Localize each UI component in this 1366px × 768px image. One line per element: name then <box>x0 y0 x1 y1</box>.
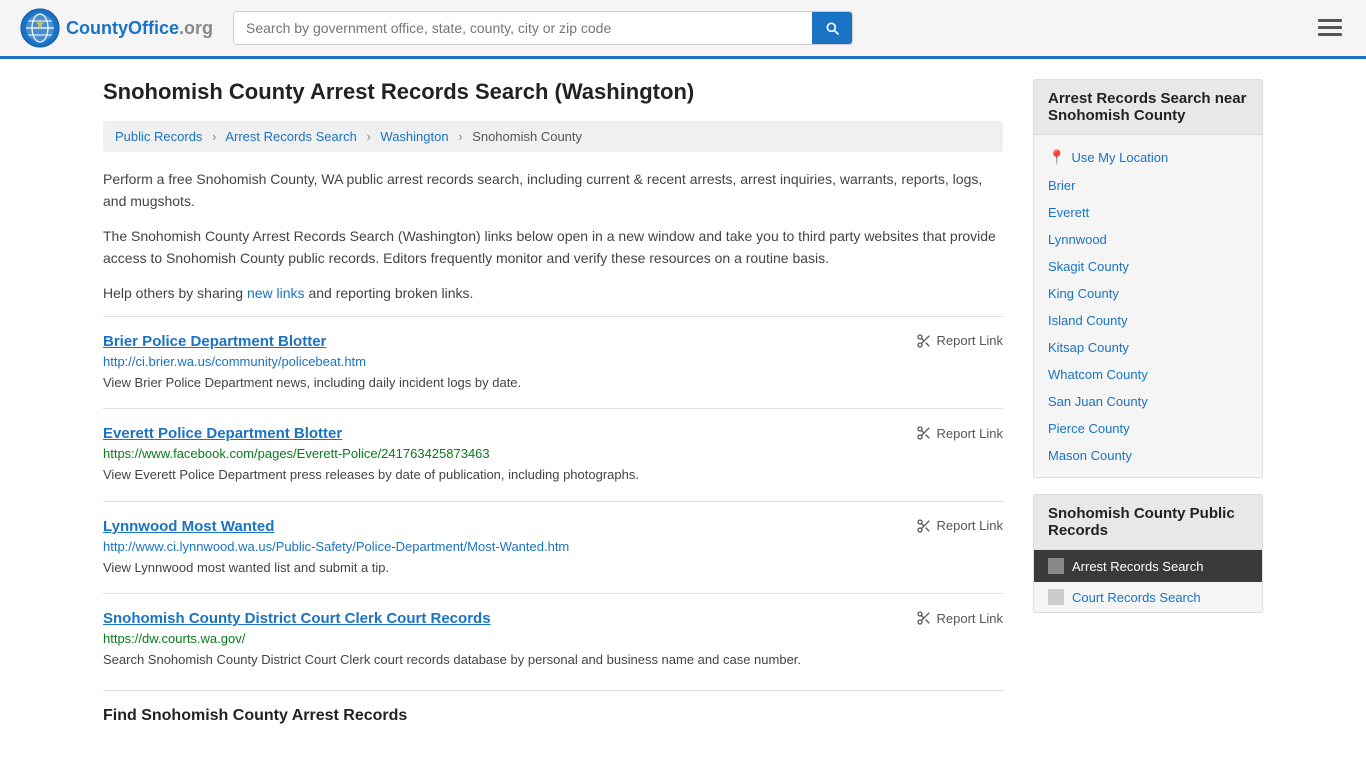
breadcrumb-sep-3: › <box>458 129 462 144</box>
sidebar-nearby-content: 📍 Use My Location Brier Everett Lynnwood… <box>1034 135 1262 477</box>
report-link-button-3[interactable]: Report Link <box>916 610 1003 626</box>
description-3: Help others by sharing new links and rep… <box>103 282 1003 304</box>
resource-desc-1: View Everett Police Department press rel… <box>103 465 1003 485</box>
sidebar-link-everett[interactable]: Everett <box>1034 199 1262 226</box>
scissors-icon-1 <box>916 425 932 441</box>
breadcrumb-washington[interactable]: Washington <box>380 129 448 144</box>
location-pin-icon: 📍 <box>1048 149 1065 166</box>
resource-url-1[interactable]: https://www.facebook.com/pages/Everett-P… <box>103 446 1003 461</box>
sidebar-link-sanjuan[interactable]: San Juan County <box>1034 388 1262 415</box>
page-title: Snohomish County Arrest Records Search (… <box>103 79 1003 105</box>
sidebar-public-records-content: Arrest Records Search Court Records Sear… <box>1034 550 1262 612</box>
logo-icon <box>20 8 60 48</box>
sidebar-link-kitsap[interactable]: Kitsap County <box>1034 334 1262 361</box>
description-1: Perform a free Snohomish County, WA publ… <box>103 168 1003 213</box>
breadcrumb-public-records[interactable]: Public Records <box>115 129 202 144</box>
sidebar-nearby-box: Arrest Records Search near Snohomish Cou… <box>1033 79 1263 478</box>
sidebar-link-whatcom[interactable]: Whatcom County <box>1034 361 1262 388</box>
breadcrumb-current: Snohomish County <box>472 129 582 144</box>
sidebar-link-skagit[interactable]: Skagit County <box>1034 253 1262 280</box>
sidebar: Arrest Records Search near Snohomish Cou… <box>1033 79 1263 725</box>
sidebar-public-records-title: Snohomish County Public Records <box>1034 495 1262 550</box>
search-input[interactable] <box>234 12 812 44</box>
sidebar-link-brier[interactable]: Brier <box>1034 172 1262 199</box>
resource-url-3[interactable]: https://dw.courts.wa.gov/ <box>103 631 1003 646</box>
resource-card-2: Lynnwood Most Wanted Report Link http://… <box>103 501 1003 594</box>
sidebar-link-mason[interactable]: Mason County <box>1034 442 1262 469</box>
scissors-icon-0 <box>916 333 932 349</box>
resource-title-3[interactable]: Snohomish County District Court Clerk Co… <box>103 610 491 627</box>
use-my-location-link[interactable]: 📍 Use My Location <box>1034 143 1262 172</box>
breadcrumb-sep-2: › <box>366 129 370 144</box>
resource-url-0[interactable]: http://ci.brier.wa.us/community/policebe… <box>103 354 1003 369</box>
resource-title-2[interactable]: Lynnwood Most Wanted <box>103 518 274 535</box>
sidebar-public-records-box: Snohomish County Public Records Arrest R… <box>1033 494 1263 613</box>
resource-card-0: Brier Police Department Blotter Report L… <box>103 316 1003 409</box>
resource-title-1[interactable]: Everett Police Department Blotter <box>103 425 342 442</box>
main-content: Snohomish County Arrest Records Search (… <box>103 79 1003 725</box>
search-icon <box>824 20 840 36</box>
resource-desc-3: Search Snohomish County District Court C… <box>103 650 1003 670</box>
breadcrumb-arrest-records[interactable]: Arrest Records Search <box>225 129 357 144</box>
sidebar-court-records-link[interactable]: Court Records Search <box>1034 582 1262 612</box>
page-container: Snohomish County Arrest Records Search (… <box>83 59 1283 745</box>
menu-button[interactable] <box>1314 11 1346 46</box>
sidebar-link-island[interactable]: Island County <box>1034 307 1262 334</box>
section-heading: Find Snohomish County Arrest Records <box>103 690 1003 725</box>
report-link-button-0[interactable]: Report Link <box>916 333 1003 349</box>
new-links-link[interactable]: new links <box>247 285 305 301</box>
resource-title-0[interactable]: Brier Police Department Blotter <box>103 333 326 350</box>
sidebar-link-king[interactable]: King County <box>1034 280 1262 307</box>
hamburger-icon <box>1318 15 1342 39</box>
sidebar-nearby-title: Arrest Records Search near Snohomish Cou… <box>1034 80 1262 135</box>
scissors-icon-3 <box>916 610 932 626</box>
scissors-icon-2 <box>916 518 932 534</box>
report-link-button-2[interactable]: Report Link <box>916 518 1003 534</box>
resource-desc-0: View Brier Police Department news, inclu… <box>103 373 1003 393</box>
sidebar-link-lynnwood[interactable]: Lynnwood <box>1034 226 1262 253</box>
search-bar <box>233 11 853 45</box>
logo-link[interactable]: CountyOffice.org <box>20 8 213 48</box>
description-2: The Snohomish County Arrest Records Sear… <box>103 225 1003 270</box>
breadcrumb-sep-1: › <box>212 129 216 144</box>
sidebar-link-pierce[interactable]: Pierce County <box>1034 415 1262 442</box>
resource-url-2[interactable]: http://www.ci.lynnwood.wa.us/Public-Safe… <box>103 539 1003 554</box>
resource-desc-2: View Lynnwood most wanted list and submi… <box>103 558 1003 578</box>
header: CountyOffice.org <box>0 0 1366 59</box>
logo-text: CountyOffice.org <box>66 18 213 39</box>
resource-card-3: Snohomish County District Court Clerk Co… <box>103 593 1003 686</box>
inactive-item-icon <box>1048 589 1064 605</box>
search-button[interactable] <box>812 12 852 44</box>
report-link-button-1[interactable]: Report Link <box>916 425 1003 441</box>
sidebar-arrest-records-active[interactable]: Arrest Records Search <box>1034 550 1262 582</box>
resource-card-1: Everett Police Department Blotter Report… <box>103 408 1003 501</box>
active-item-icon <box>1048 558 1064 574</box>
breadcrumb: Public Records › Arrest Records Search ›… <box>103 121 1003 152</box>
